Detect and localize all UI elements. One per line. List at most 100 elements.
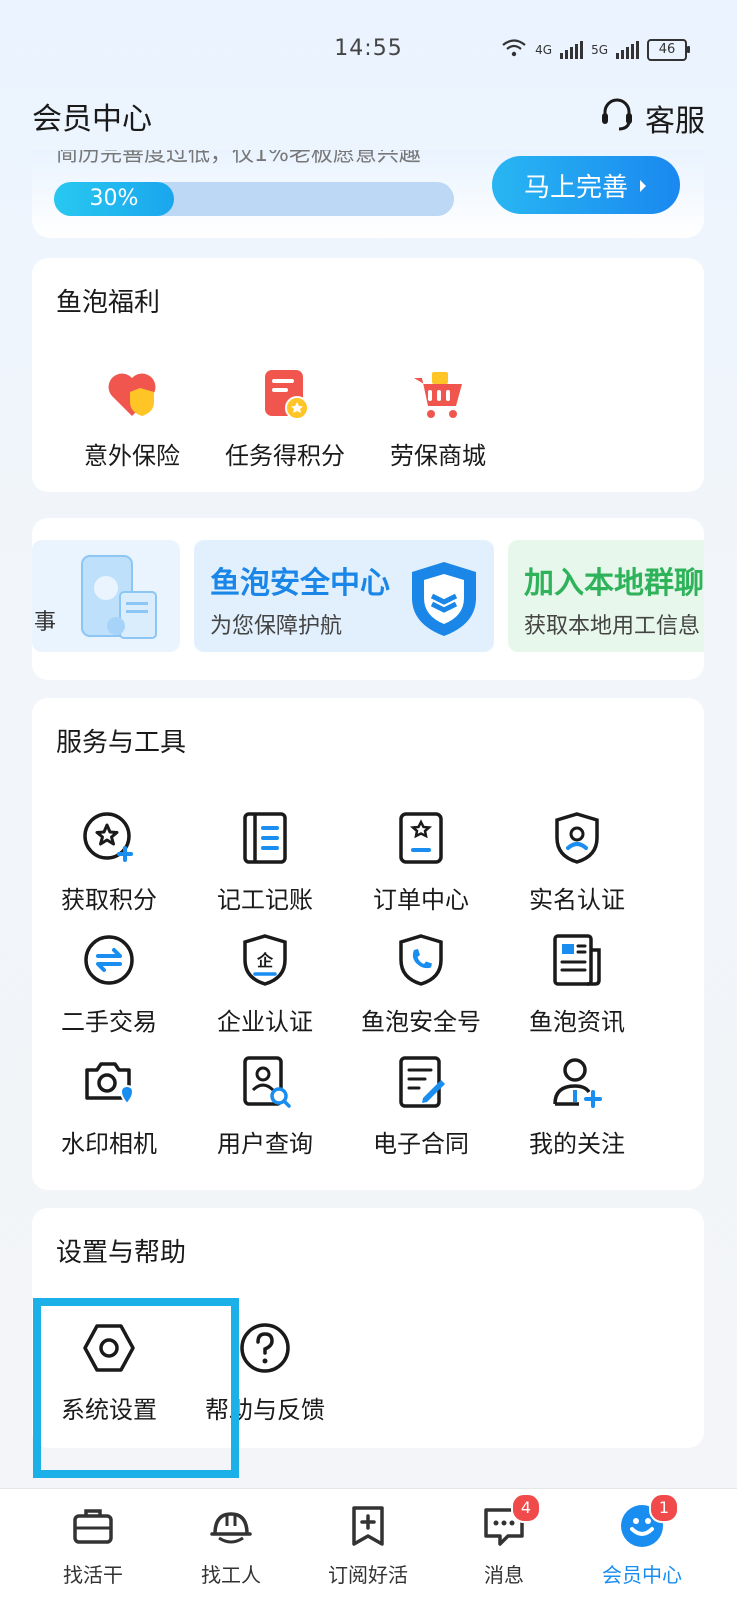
service-second-hand[interactable]: 二手交易 — [32, 932, 186, 1037]
help-circle-icon — [237, 1320, 293, 1376]
banner-item-safety-center[interactable]: 鱼泡安全中心 为您保障护航 — [194, 540, 494, 652]
welfare-card: 鱼泡福利 意外保险 任务得积分 劳保商城 — [32, 258, 704, 492]
phone-shield-icon — [393, 932, 449, 988]
caret-right-icon — [638, 170, 648, 200]
service-watermark-camera[interactable]: 水印相机 — [32, 1054, 186, 1159]
signal-5g-label: 5G — [591, 42, 608, 57]
services-title: 服务与工具 — [56, 728, 187, 758]
services-card: 服务与工具 获取积分 记工记账 订单中心 实名认证 二手交易 企 企业认证 鱼泡… — [32, 698, 704, 1190]
complete-profile-label: 马上完善 — [523, 172, 628, 203]
camera-location-icon — [81, 1054, 137, 1110]
nav-tab-member-center[interactable]: 1 会员中心 — [582, 1493, 702, 1588]
service-label: 电子合同 — [373, 1130, 469, 1158]
service-label: 企业认证 — [217, 1008, 313, 1036]
banner-subtitle: 获取本地用工信息 — [524, 614, 701, 639]
service-label: 获取积分 — [61, 886, 157, 914]
welfare-item-label: 劳保商城 — [390, 442, 486, 470]
bottom-nav: 找活干 找工人 订阅好活 4 消息 1 会员中心 — [0, 1488, 737, 1601]
banner-title: 加入本地群聊 — [524, 566, 704, 601]
id-shield-icon — [549, 810, 605, 866]
banner-subtitle: 事 — [34, 610, 57, 635]
page-title: 会员中心 — [32, 102, 152, 137]
nav-tab-subscribe-jobs[interactable]: 订阅好活 — [308, 1503, 428, 1588]
highlight-frame — [33, 1298, 239, 1478]
profile-progress-bar: 30% — [54, 182, 454, 216]
banner-item-local-group[interactable]: 加入本地群聊 获取本地用工信息 — [508, 540, 704, 652]
banner-title: 鱼泡安全中心 — [210, 566, 390, 601]
signal-4g-label: 4G — [535, 42, 553, 57]
service-label: 鱼泡安全号 — [361, 1008, 481, 1036]
complete-profile-button[interactable]: 马上完善 — [492, 156, 680, 214]
banner-subtitle: 为您保障护航 — [210, 614, 343, 639]
headset-icon — [597, 94, 637, 142]
helmet-icon — [208, 1503, 254, 1549]
exchange-icon — [81, 932, 137, 988]
contract-pen-icon — [393, 1054, 449, 1110]
service-get-points[interactable]: 获取积分 — [32, 810, 186, 915]
notebook-icon — [237, 810, 293, 866]
wifi-icon — [501, 38, 527, 61]
nav-label: 找活干 — [63, 1563, 123, 1587]
service-safety-number[interactable]: 鱼泡安全号 — [344, 932, 498, 1037]
star-plus-icon — [81, 810, 137, 866]
bookmark-plus-icon — [345, 1503, 391, 1549]
phone-document-icon — [76, 552, 172, 652]
profile-completion-card: 简历完善度过低，仅1%老板愿意兴趣 30% 马上完善 — [32, 150, 704, 238]
banner-item-partial[interactable]: 事 — [32, 540, 180, 652]
welfare-item-task-points[interactable]: 任务得积分 — [210, 366, 360, 471]
svg-text:企: 企 — [256, 951, 274, 970]
nav-label: 会员中心 — [602, 1563, 682, 1587]
nav-tab-find-job[interactable]: 找活干 — [33, 1503, 153, 1588]
member-badge: 1 — [649, 1493, 679, 1523]
customer-service-label: 客服 — [645, 104, 705, 139]
nav-label: 消息 — [484, 1563, 524, 1587]
news-icon — [549, 932, 605, 988]
service-label: 二手交易 — [61, 1008, 157, 1036]
shield-icon — [406, 558, 482, 642]
service-label: 记工记账 — [217, 886, 313, 914]
messages-badge: 4 — [511, 1493, 541, 1523]
signal-bars-icon — [616, 40, 639, 59]
service-label: 实名认证 — [529, 886, 625, 914]
settings-title: 设置与帮助 — [56, 1238, 187, 1268]
user-search-icon — [237, 1054, 293, 1110]
banner-carousel: 事 鱼泡安全中心 为您保障护航 加入本地群聊 获取本地用工信息 — [32, 518, 704, 680]
briefcase-icon — [70, 1503, 116, 1549]
welfare-title: 鱼泡福利 — [56, 288, 161, 318]
enterprise-shield-icon: 企 — [237, 932, 293, 988]
service-label: 用户查询 — [217, 1130, 313, 1158]
user-follow-icon — [549, 1054, 605, 1110]
profile-hint: 简历完善度过低，仅1%老板愿意兴趣 — [56, 150, 421, 167]
service-my-follows[interactable]: 我的关注 — [500, 1054, 654, 1159]
service-label: 鱼泡资讯 — [529, 1008, 625, 1036]
heart-shield-icon — [57, 366, 207, 426]
nav-tab-find-worker[interactable]: 找工人 — [171, 1503, 291, 1588]
service-label: 水印相机 — [61, 1130, 157, 1158]
battery-icon: 46 — [647, 38, 690, 61]
service-work-record[interactable]: 记工记账 — [188, 810, 342, 915]
status-icons: 4G 5G 46 — [501, 38, 690, 61]
shopping-cart-icon — [363, 366, 513, 426]
nav-label: 找工人 — [201, 1563, 261, 1587]
welfare-item-label: 任务得积分 — [225, 442, 345, 470]
service-e-contract[interactable]: 电子合同 — [344, 1054, 498, 1159]
status-bar: 14:55 4G 5G 46 — [0, 0, 737, 100]
progress-label: 30% — [89, 186, 139, 211]
service-enterprise-cert[interactable]: 企 企业认证 — [188, 932, 342, 1037]
nav-tab-messages[interactable]: 4 消息 — [444, 1493, 564, 1588]
welfare-item-labor-mall[interactable]: 劳保商城 — [363, 366, 513, 471]
order-badge-icon — [393, 810, 449, 866]
service-real-name[interactable]: 实名认证 — [500, 810, 654, 915]
signal-bars-icon — [560, 40, 584, 59]
welfare-item-insurance[interactable]: 意外保险 — [57, 366, 207, 471]
member-icon: 1 — [619, 1493, 679, 1549]
service-user-query[interactable]: 用户查询 — [188, 1054, 342, 1159]
customer-service-button[interactable]: 客服 — [597, 94, 705, 142]
welfare-item-label: 意外保险 — [84, 442, 180, 470]
service-news[interactable]: 鱼泡资讯 — [500, 932, 654, 1037]
service-order-center[interactable]: 订单中心 — [344, 810, 498, 915]
task-coin-icon — [210, 366, 360, 426]
chat-icon: 4 — [481, 1493, 541, 1549]
service-label: 订单中心 — [373, 886, 469, 914]
nav-label: 订阅好活 — [328, 1563, 408, 1587]
